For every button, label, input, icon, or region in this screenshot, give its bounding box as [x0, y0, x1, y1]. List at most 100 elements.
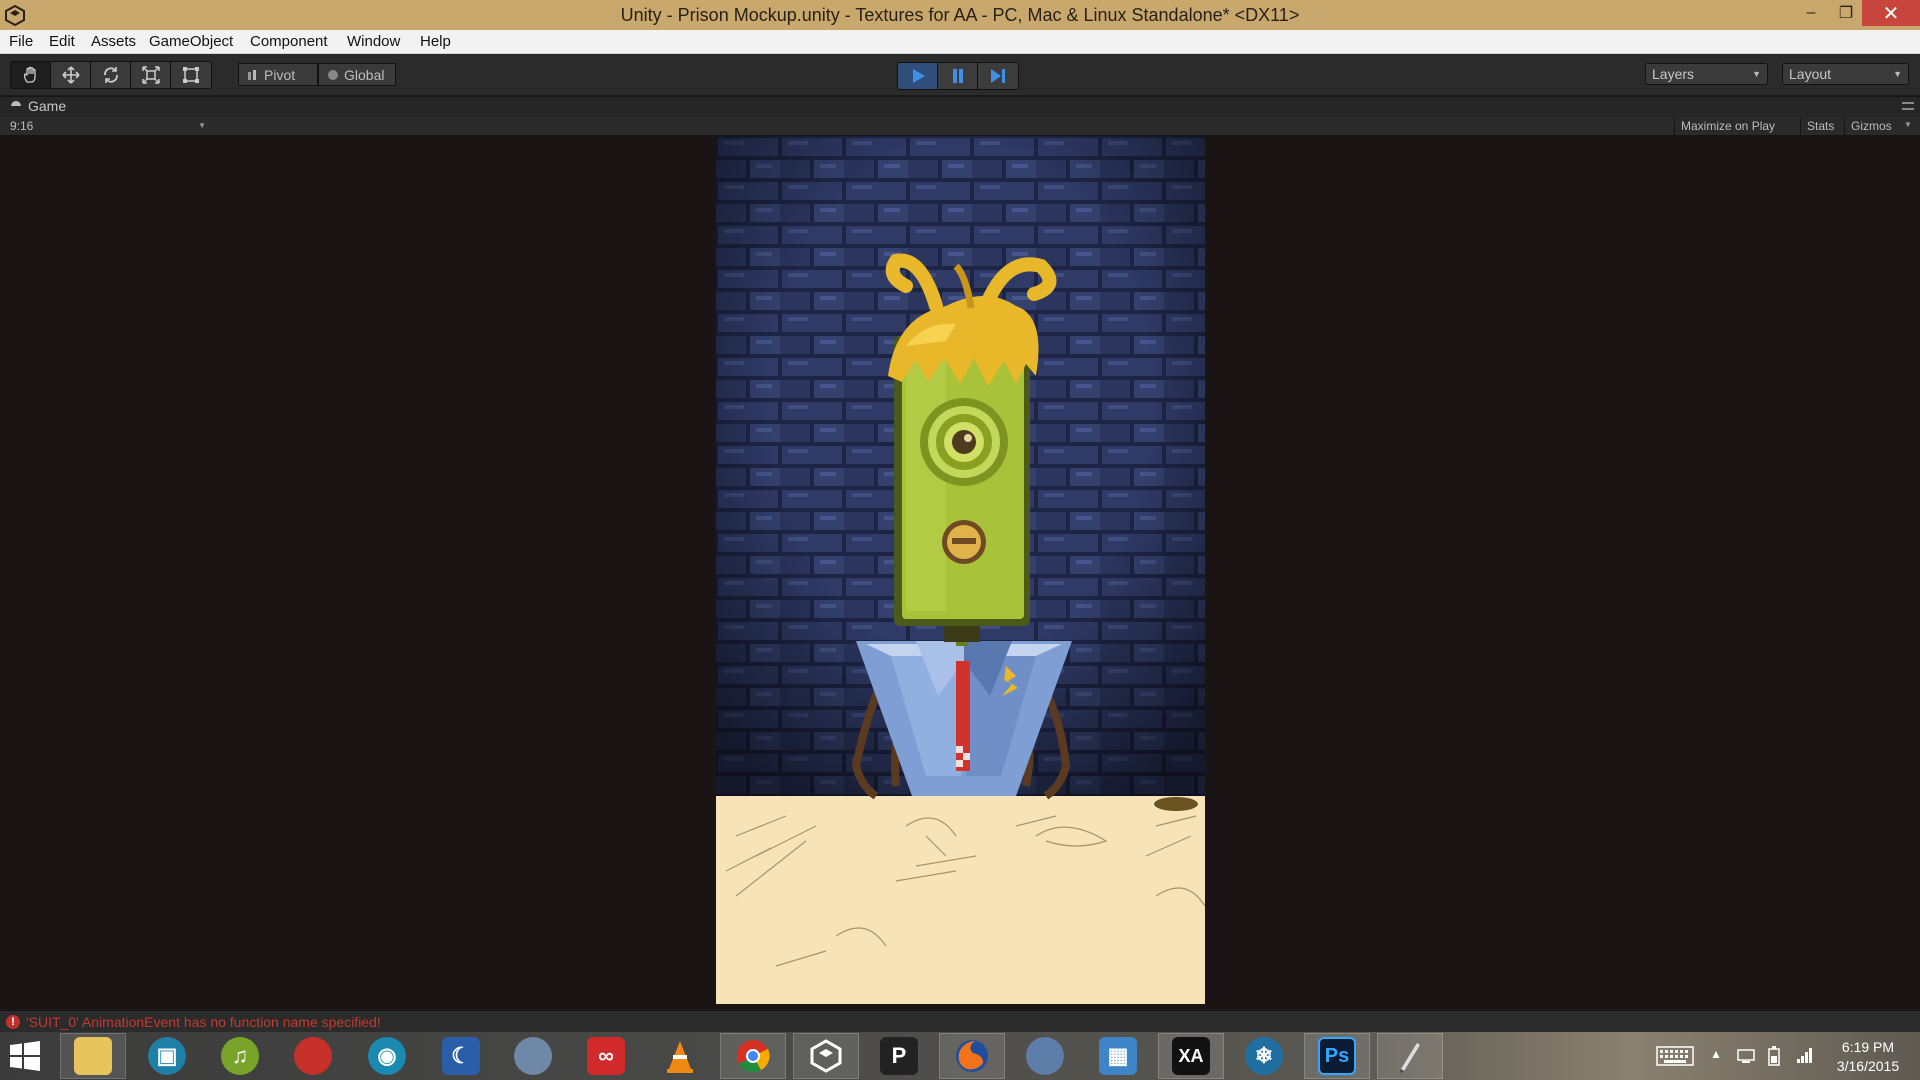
bird-app-icon	[1026, 1037, 1064, 1075]
clock-date: 3/16/2015	[1836, 1058, 1900, 1074]
taskbar-photoshop[interactable]: Ps	[1304, 1033, 1370, 1079]
windows-start-icon[interactable]	[10, 1041, 40, 1071]
taskbar-remote-desktop[interactable]: ▦	[1085, 1033, 1151, 1079]
global-toggle[interactable]: Global	[318, 63, 396, 86]
close-button[interactable]: ✕	[1862, 0, 1920, 26]
remote-desktop-icon: ▦	[1099, 1037, 1137, 1075]
taskbar-pen-app[interactable]	[1377, 1033, 1443, 1079]
transform-tools	[10, 61, 212, 89]
photoshop-icon: Ps	[1318, 1037, 1356, 1075]
taskbar-audio-app[interactable]	[280, 1033, 346, 1079]
taskbar-circle-app[interactable]: ◉	[354, 1033, 420, 1079]
xa-app-icon: XA	[1172, 1037, 1210, 1075]
play-icon	[912, 69, 925, 83]
taskbar-crescent-app[interactable]: ☾	[428, 1033, 494, 1079]
menu-window[interactable]: Window	[347, 33, 400, 50]
game-scene	[716, 136, 1205, 1004]
playback-controls	[897, 62, 1019, 90]
battery-icon[interactable]	[1767, 1046, 1781, 1066]
rotate-tool-button[interactable]	[91, 62, 131, 88]
audio-app-icon	[294, 1037, 332, 1075]
game-render-canvas[interactable]	[716, 136, 1205, 1004]
menu-edit[interactable]: Edit	[49, 33, 75, 50]
menu-help[interactable]: Help	[420, 33, 451, 50]
menu-gameobject[interactable]: GameObject	[149, 33, 233, 50]
creative-cloud-icon: ∞	[587, 1037, 625, 1075]
game-panel-header: Game	[0, 97, 1920, 117]
tab-game[interactable]: Game	[10, 98, 66, 114]
display-icon[interactable]	[1737, 1048, 1755, 1064]
status-message[interactable]: 'SUIT_0' AnimationEvent has no function …	[26, 1014, 381, 1030]
pause-button[interactable]	[938, 63, 978, 89]
windows-taskbar: ▣ ♫ ◉ ☾ ∞ P ▦ XA ❄ Ps ▲ 6:19 PM 3/16/201…	[0, 1032, 1920, 1080]
window-title: Unity - Prison Mockup.unity - Textures f…	[620, 5, 1300, 25]
hand-tool-button[interactable]	[11, 62, 51, 88]
taskbar-itunes[interactable]: ♫	[207, 1033, 273, 1079]
rect-tool-button[interactable]	[171, 62, 211, 88]
taskbar-file-explorer[interactable]	[60, 1033, 126, 1079]
taskbar-p-app[interactable]: P	[866, 1033, 932, 1079]
gizmos-dropdown[interactable]: Gizmos	[1844, 118, 1904, 135]
move-tool-button[interactable]	[51, 62, 91, 88]
menu-file[interactable]: File	[9, 33, 33, 50]
game-view-toolbar: 9:16 ▼ Maximize on Play Stats Gizmos ▼	[0, 117, 1920, 136]
menu-component[interactable]: Component	[250, 33, 328, 50]
step-icon	[991, 69, 1005, 83]
taskbar-creative-cloud[interactable]: ∞	[573, 1033, 639, 1079]
global-label: Global	[344, 66, 385, 83]
maximize-on-play-toggle[interactable]: Maximize on Play	[1674, 118, 1800, 135]
chevron-down-icon: ▼	[1893, 69, 1902, 79]
chevron-down-icon[interactable]: ▼	[1904, 120, 1912, 129]
console-status-bar[interactable]: ! 'SUIT_0' AnimationEvent has no functio…	[0, 1010, 1920, 1032]
vlc-icon	[667, 1041, 693, 1073]
step-button[interactable]	[978, 63, 1018, 89]
menu-assets[interactable]: Assets	[91, 33, 136, 50]
taskbar-vlc[interactable]	[647, 1033, 713, 1079]
file-explorer-icon	[74, 1037, 112, 1075]
taskbar-unity[interactable]	[793, 1033, 859, 1079]
taskbar-bird-app[interactable]	[1012, 1033, 1078, 1079]
show-hidden-icons-icon[interactable]: ▲	[1710, 1047, 1722, 1061]
rotate-icon	[103, 67, 118, 83]
keyboard-icon[interactable]	[1656, 1046, 1694, 1066]
aspect-ratio-value: 9:16	[10, 119, 34, 133]
error-icon: !	[6, 1015, 20, 1029]
taskbar-snowflake-app[interactable]: ❄	[1231, 1033, 1297, 1079]
menu-bar: File Edit Assets GameObject Component Wi…	[0, 30, 1920, 54]
taskbar-globe-app[interactable]	[500, 1033, 566, 1079]
unity-icon	[810, 1039, 842, 1073]
chevron-down-icon: ▼	[1752, 69, 1761, 79]
layers-label: Layers	[1652, 66, 1695, 82]
taskbar-xa-app[interactable]: XA	[1158, 1033, 1224, 1079]
panel-menu-icon[interactable]	[1902, 102, 1914, 110]
clock-time: 6:19 PM	[1841, 1039, 1895, 1055]
scale-tool-button[interactable]	[131, 62, 171, 88]
window-title-bar: Unity - Prison Mockup.unity - Textures f…	[0, 0, 1920, 30]
layout-dropdown[interactable]: Layout ▼	[1782, 63, 1909, 85]
game-view[interactable]	[0, 136, 1920, 1004]
media-player-icon: ▣	[148, 1037, 186, 1075]
taskbar-firefox[interactable]	[939, 1033, 1005, 1079]
tab-game-label: Game	[28, 98, 67, 114]
pivot-toggle[interactable]: Pivot	[238, 63, 318, 86]
signal-icon[interactable]	[1796, 1046, 1814, 1064]
p-app-icon: P	[880, 1037, 918, 1075]
circle-app-icon: ◉	[368, 1037, 406, 1075]
rect-icon	[183, 67, 199, 83]
snowflake-app-icon: ❄	[1245, 1037, 1283, 1075]
aspect-ratio-dropdown[interactable]: 9:16 ▼	[10, 119, 206, 134]
system-clock[interactable]: 6:19 PM 3/16/2015	[1826, 1038, 1910, 1076]
taskbar-media-player[interactable]: ▣	[134, 1033, 200, 1079]
hand-icon	[23, 66, 36, 83]
main-toolbar: Pivot Global Layers ▼ Layout ▼	[0, 54, 1920, 96]
layers-dropdown[interactable]: Layers ▼	[1645, 63, 1768, 85]
taskbar-chrome[interactable]	[720, 1033, 786, 1079]
pivot-icon	[248, 69, 256, 80]
maximize-button[interactable]: ❐	[1825, 0, 1867, 26]
itunes-icon: ♫	[221, 1037, 259, 1075]
chevron-down-icon: ▼	[198, 121, 206, 130]
creature-eye	[952, 430, 976, 454]
globe-app-icon	[514, 1037, 552, 1075]
play-button[interactable]	[898, 63, 938, 89]
stats-toggle[interactable]: Stats	[1800, 118, 1844, 135]
